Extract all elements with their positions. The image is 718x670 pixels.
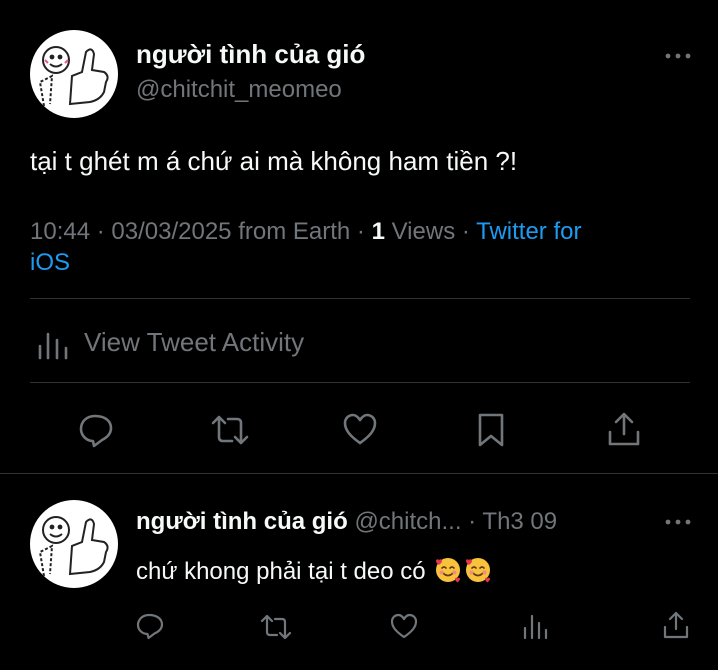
tweet-meta: 10:44 · 03/03/2025 from Earth · 1 Views … (30, 216, 670, 278)
reply-header: người tình của gió @chitch... · Th3 09 (136, 507, 557, 537)
divider (30, 298, 690, 299)
reply-date[interactable]: Th3 09 (482, 508, 557, 535)
meta-separator: · (356, 218, 365, 245)
avatar-drawing-icon (38, 516, 109, 577)
client-link[interactable]: Twitter for (476, 218, 581, 245)
reply-separator: · (468, 508, 477, 535)
like-icon[interactable] (342, 412, 378, 446)
reply-retweet-icon[interactable] (260, 614, 292, 640)
retweet-icon[interactable] (210, 414, 250, 446)
analytics-icon (36, 326, 70, 360)
reply-more-icon[interactable] (664, 514, 692, 530)
meta-separator: · (96, 218, 105, 245)
reply-text-line: chứ khong phải tại t deo có (136, 556, 492, 588)
reply-icon[interactable] (78, 412, 114, 448)
view-tweet-activity-label: View Tweet Activity (84, 327, 305, 357)
tweet-date[interactable]: 03/03/2025 (111, 218, 231, 245)
view-tweet-activity-button[interactable]: View Tweet Activity (30, 320, 690, 366)
share-icon[interactable] (606, 410, 642, 448)
divider (30, 382, 690, 383)
tweet-time[interactable]: 10:44 (30, 218, 90, 245)
views-count: 1 (371, 218, 385, 245)
display-name[interactable]: người tình của gió (136, 39, 365, 69)
reply-handle[interactable]: @chitch... (354, 508, 461, 535)
views-label: Views (391, 218, 456, 245)
section-divider (0, 473, 718, 474)
tweet-location: from Earth (238, 218, 351, 245)
avatar[interactable] (30, 30, 118, 118)
tweet-text: tại t ghét m á chứ ai mà không ham tiền … (30, 146, 518, 176)
reply-avatar[interactable] (30, 500, 118, 588)
reply-share-icon[interactable] (662, 610, 690, 640)
smiling-face-with-hearts-icon (434, 556, 462, 584)
reply-views-icon[interactable] (522, 612, 548, 640)
reply-like-icon[interactable] (390, 613, 418, 639)
client-link-ios[interactable]: iOS (30, 249, 70, 276)
more-icon[interactable] (664, 48, 692, 64)
meta-separator: · (461, 218, 470, 245)
bookmark-icon[interactable] (476, 412, 506, 448)
reply-reply-icon[interactable] (136, 612, 164, 640)
reply-text: chứ khong phải tại t deo có (136, 558, 426, 585)
reply-display-name[interactable]: người tình của gió (136, 508, 348, 535)
handle[interactable]: @chitchit_meomeo (136, 76, 342, 104)
smiling-face-with-hearts-icon (464, 556, 492, 584)
avatar-drawing-icon (38, 46, 109, 107)
